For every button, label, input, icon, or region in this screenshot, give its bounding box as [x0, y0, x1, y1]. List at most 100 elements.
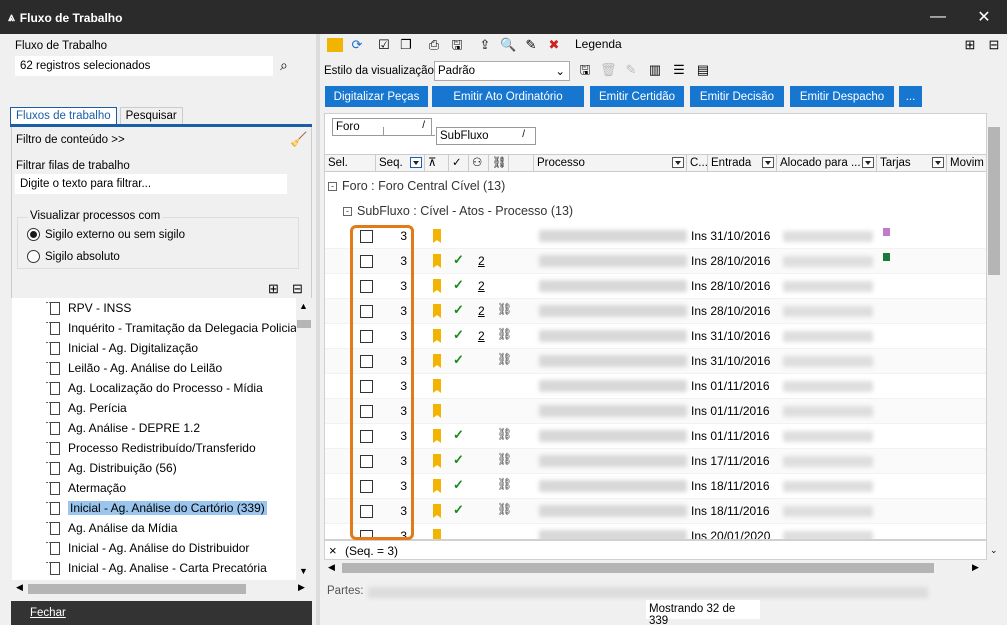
radio-absolute[interactable]: Sigilo absoluto — [27, 250, 120, 263]
tree-item[interactable]: Inicial - Ag. Análise do Cartório (339) — [12, 498, 296, 518]
tree-item[interactable]: Inicial - Ag. Analise - Carta Precatória — [12, 558, 296, 578]
grid-vscroll[interactable]: ⌄ — [987, 113, 1001, 560]
tree-item[interactable]: Ag. Análise da Mídia — [12, 518, 296, 538]
close-window-button[interactable]: ✕ — [961, 0, 1007, 34]
collapse-tree-icon[interactable]: ⊟ — [292, 281, 303, 297]
refresh-icon[interactable]: ⟳ — [349, 37, 365, 53]
close-button[interactable]: Fechar — [30, 607, 66, 619]
filter-icon[interactable] — [862, 157, 874, 168]
minimize-button[interactable]: — — [915, 0, 961, 34]
row-processo[interactable] — [539, 380, 687, 392]
tree-item[interactable]: RPV - INSS — [12, 298, 296, 318]
row-count-link[interactable]: 2 — [478, 279, 485, 293]
row-processo[interactable] — [539, 330, 687, 342]
col-alocado[interactable]: Alocado para ... — [777, 155, 877, 171]
groupby-subfluxo[interactable]: SubFluxo / — [436, 127, 536, 145]
tree-item[interactable]: Ag. Distribuição (56) — [12, 458, 296, 478]
tree-item[interactable]: Leilão - Ag. Análise do Leilão — [12, 358, 296, 378]
filter-icon[interactable] — [932, 157, 944, 168]
col-blank[interactable] — [509, 155, 534, 171]
row-processo[interactable] — [539, 305, 687, 317]
comment-icon[interactable]: ✎ — [523, 37, 539, 53]
export-icon[interactable]: ⇪ — [477, 37, 493, 53]
tree-vscroll[interactable]: ▲ ▼ — [296, 298, 312, 580]
workflow-field[interactable]: 62 registros selecionados — [15, 56, 273, 76]
collapse-all-icon[interactable]: ⊟ — [986, 37, 1002, 53]
table-row[interactable]: 3 ✓ 2 ⛓ Ins 31/10/2016 — [325, 324, 986, 349]
more-actions-button[interactable]: ... — [899, 86, 922, 107]
table-row[interactable]: 3 Ins 20/01/2020 — [325, 524, 986, 539]
col-tarjas[interactable]: Tarjas — [877, 155, 947, 171]
row-processo[interactable] — [539, 405, 687, 417]
columns-icon[interactable]: ▥ — [647, 62, 663, 78]
collapse-icon[interactable]: - — [343, 206, 352, 216]
table-row[interactable]: 3 Ins 01/11/2016 — [325, 399, 986, 424]
col-link[interactable]: ⛓ — [489, 155, 509, 171]
save-icon[interactable]: 🖫 — [449, 37, 465, 53]
grid-hscroll[interactable]: ◀ ▶ — [324, 560, 987, 576]
content-filter-link[interactable]: Filtro de conteúdo >> — [16, 134, 125, 146]
filter-expression[interactable]: (Seq. = 3) — [345, 544, 398, 558]
search-icon[interactable]: ⌕ — [280, 57, 288, 74]
view-style-select[interactable]: Padrão ⌄ — [434, 61, 570, 81]
table-row[interactable]: 3 ✓ ⛓ Ins 18/11/2016 — [325, 474, 986, 499]
radio-external[interactable]: Sigilo externo ou sem sigilo — [27, 228, 185, 241]
col-flag[interactable]: ⊼ — [425, 155, 449, 171]
zoom-icon[interactable]: 🔍 — [500, 37, 516, 53]
table-row[interactable]: 3 Ins 31/10/2016 — [325, 224, 986, 249]
col-movim[interactable]: Movim — [947, 155, 986, 171]
tree-item[interactable]: Ag. Análise - DEPRE 1.2 — [12, 418, 296, 438]
col-c[interactable]: C... — [687, 155, 708, 171]
tree-item[interactable]: Ag. Localização do Processo - Mídia — [12, 378, 296, 398]
splitter[interactable] — [316, 34, 320, 625]
tree-item[interactable]: Ag. Perícia — [12, 398, 296, 418]
row-count-link[interactable]: 2 — [478, 329, 485, 343]
row-processo[interactable] — [539, 230, 687, 242]
table-row[interactable]: 3 Ins 01/11/2016 — [325, 374, 986, 399]
tree-item[interactable]: Atermação — [12, 478, 296, 498]
col-processo[interactable]: Processo — [534, 155, 687, 171]
table-row[interactable]: 3 ✓ ⛓ Ins 01/11/2016 — [325, 424, 986, 449]
tree-item[interactable]: Inicial - Ag. Digitalização — [12, 338, 296, 358]
emit-ato-button[interactable]: Emitir Ato Ordinatório — [432, 86, 584, 107]
table-row[interactable]: 3 ✓ 2 Ins 28/10/2016 — [325, 274, 986, 299]
col-seq[interactable]: Seq. — [376, 155, 425, 171]
row-processo[interactable] — [539, 280, 687, 292]
col-people[interactable]: ⚇ — [469, 155, 489, 171]
filter-icon[interactable] — [410, 157, 422, 168]
col-sel[interactable]: Sel. — [325, 155, 376, 171]
clear-filter-icon[interactable]: × — [329, 543, 337, 558]
tree-item[interactable]: Processo Redistribuído/Transferido — [12, 438, 296, 458]
table-row[interactable]: 3 ✓ 2 Ins 28/10/2016 — [325, 249, 986, 274]
list-icon[interactable]: ☰ — [671, 62, 687, 78]
filter-icon[interactable] — [672, 157, 684, 168]
broom-icon[interactable]: 🧹 — [290, 131, 307, 148]
group-subfluxo-row[interactable]: - SubFluxo : Cível - Atos - Processo (13) — [343, 204, 573, 218]
save-view-icon[interactable]: 🖫 — [577, 62, 593, 78]
collapse-icon[interactable]: - — [328, 181, 337, 191]
table-row[interactable]: 3 ✓ ⛓ Ins 18/11/2016 — [325, 499, 986, 524]
check-document-icon[interactable]: ☑ — [376, 37, 392, 53]
row-processo[interactable] — [539, 455, 687, 467]
emit-decisao-button[interactable]: Emitir Decisão — [690, 86, 784, 107]
tab-search[interactable]: Pesquisar — [119, 107, 183, 124]
tree-item[interactable]: Inicial - Ag. Análise do Distribuidor — [12, 538, 296, 558]
radio-external-dot[interactable] — [27, 228, 40, 241]
row-processo[interactable] — [539, 430, 687, 442]
table-row[interactable]: 3 ✓ ⛓ Ins 17/11/2016 — [325, 449, 986, 474]
tree-item[interactable]: Inquérito - Tramitação da Delegacia Poli… — [12, 318, 296, 338]
layout-icon[interactable]: ▤ — [695, 62, 711, 78]
row-processo[interactable] — [539, 530, 687, 539]
print-icon[interactable]: ⎙ — [426, 37, 442, 53]
row-processo[interactable] — [539, 505, 687, 517]
col-check[interactable]: ✓ — [449, 155, 469, 171]
col-entrada[interactable]: Entrada — [708, 155, 777, 171]
filter-queues-input[interactable]: Digite o texto para filtrar... — [15, 174, 287, 194]
filter-icon[interactable] — [762, 157, 774, 168]
emit-despacho-button[interactable]: Emitir Despacho — [790, 86, 894, 107]
remove-comment-icon[interactable]: ✖ — [546, 37, 562, 53]
row-count-link[interactable]: 2 — [478, 254, 485, 268]
expand-all-icon[interactable]: ⊞ — [962, 37, 978, 53]
tree-hscroll[interactable]: ◀ ▶ — [12, 580, 312, 597]
row-count-link[interactable]: 2 — [478, 304, 485, 318]
